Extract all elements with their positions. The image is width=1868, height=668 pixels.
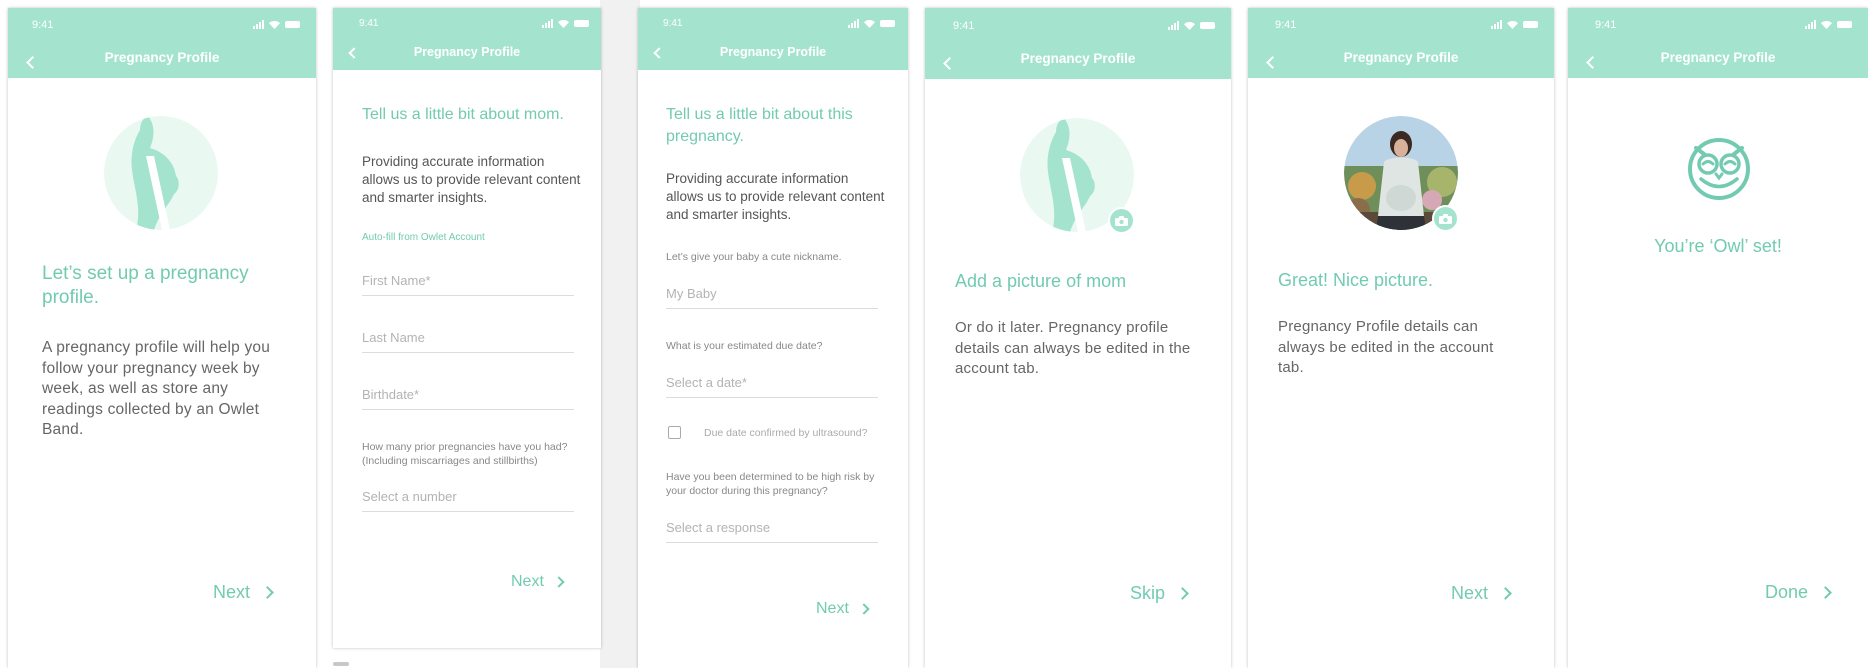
about-pregnancy-heading: Tell us a little bit about this pregnanc… — [666, 106, 853, 145]
status-icons — [542, 18, 589, 28]
camera-button[interactable] — [1108, 207, 1135, 234]
chevron-right-icon — [1499, 587, 1512, 600]
battery-icon — [285, 20, 300, 28]
wifi-icon — [864, 19, 875, 28]
next-button[interactable]: Next — [511, 573, 565, 591]
done-button[interactable]: Done — [1765, 582, 1832, 603]
nickname-input[interactable]: My Baby — [666, 286, 878, 309]
about-mom-heading: Tell us a little bit about mom. — [362, 106, 564, 123]
high-risk-select[interactable]: Select a response — [666, 520, 878, 543]
signal-icon — [1491, 19, 1502, 29]
next-button[interactable]: Next — [213, 582, 274, 603]
high-risk-label: Have you been determined to be high risk… — [666, 471, 875, 497]
header: 9:41 Pregnancy Profile — [925, 8, 1231, 79]
status-time: 9:41 — [359, 18, 379, 29]
about-pregnancy-body: Providing accurate information allows us… — [666, 171, 885, 222]
status-time: 9:41 — [953, 20, 975, 32]
ultrasound-label: Due date confirmed by ultrasound? — [704, 427, 868, 439]
due-date-select[interactable]: Select a date* — [666, 375, 878, 398]
status-icons — [1491, 19, 1538, 29]
due-date-label: What is your estimated due date? — [666, 340, 823, 352]
status-time: 9:41 — [1595, 19, 1617, 31]
signal-icon — [848, 18, 859, 28]
signal-icon — [253, 19, 264, 29]
status-icons — [1805, 19, 1852, 29]
status-icons — [848, 18, 895, 28]
nice-picture-heading: Great! Nice picture. — [1278, 270, 1434, 290]
chevron-right-icon — [1176, 587, 1189, 600]
done-label: Done — [1765, 582, 1809, 602]
screen-add-picture: 9:41 Pregnancy Profile Add a picture of … — [925, 8, 1231, 668]
owl-set-heading: You’re ‘Owl’ set! — [1654, 236, 1782, 256]
wifi-icon — [1821, 20, 1832, 29]
ultrasound-checkbox[interactable] — [668, 426, 681, 439]
screen-intro: 9:41 Pregnancy Profile Let’s set up a pr… — [8, 8, 316, 668]
header: 9:41 Pregnancy Profile — [8, 8, 316, 78]
status-icons — [1168, 20, 1215, 30]
wifi-icon — [269, 20, 280, 29]
next-button[interactable]: Next — [816, 600, 870, 618]
next-label: Next — [213, 582, 251, 602]
status-icons — [253, 19, 300, 29]
chevron-right-icon — [553, 576, 565, 588]
intro-heading: Let’s set up a pregnancy profile. — [42, 263, 249, 308]
chevron-right-icon — [261, 586, 274, 599]
owl-logo-icon — [1688, 138, 1750, 200]
battery-icon — [1523, 20, 1538, 28]
intro-body: A pregnancy profile will help you follow… — [42, 339, 271, 438]
header-title: Pregnancy Profile — [413, 45, 521, 59]
header: 9:41 Pregnancy Profile — [1248, 8, 1554, 78]
header: 9:41 Pregnancy Profile — [333, 8, 601, 70]
header-title: Pregnancy Profile — [1343, 50, 1459, 65]
add-picture-heading: Add a picture of mom — [955, 271, 1127, 291]
birthdate-field[interactable]: Birthdate* — [362, 387, 574, 410]
screen-owl-set: 9:41 Pregnancy Profile You’re ‘Owl’ set!… — [1568, 8, 1868, 668]
screen-about-pregnancy: 9:41 Pregnancy Profile Tell us a little … — [638, 8, 908, 668]
next-label: Next — [816, 600, 849, 617]
status-time: 9:41 — [663, 18, 683, 29]
background-panel — [600, 0, 640, 668]
screen-nice-picture: 9:41 Pregnancy Profile Great! Nice pictu… — [1248, 8, 1554, 668]
signal-icon — [1168, 20, 1179, 30]
chevron-right-icon — [858, 603, 870, 615]
horizontal-scrollbar[interactable] — [333, 662, 349, 666]
camera-icon — [1115, 215, 1128, 226]
signal-icon — [542, 18, 553, 28]
header-title: Pregnancy Profile — [719, 45, 827, 59]
status-time: 9:41 — [1275, 19, 1297, 31]
battery-icon — [1200, 21, 1215, 29]
header-title: Pregnancy Profile — [104, 50, 220, 65]
skip-button[interactable]: Skip — [1130, 583, 1189, 604]
wifi-icon — [558, 19, 569, 28]
battery-icon — [880, 19, 895, 27]
first-name-field[interactable]: First Name* — [362, 273, 574, 296]
header-title: Pregnancy Profile — [1660, 50, 1776, 65]
autofill-link[interactable]: Auto-fill from Owlet Account — [362, 232, 485, 243]
chevron-right-icon — [1819, 586, 1832, 599]
battery-icon — [574, 19, 589, 27]
screen-about-mom: 9:41 Pregnancy Profile Tell us a little … — [333, 8, 601, 648]
header: 9:41 Pregnancy Profile — [638, 8, 908, 70]
wifi-icon — [1184, 21, 1195, 30]
pregnant-silhouette-icon — [104, 116, 218, 230]
nice-picture-body: Pregnancy Profile details can always be … — [1278, 318, 1494, 376]
add-picture-body: Or do it later. Pregnancy profile detail… — [955, 319, 1191, 377]
nickname-label: Let’s give your baby a cute nickname. — [666, 251, 842, 263]
prior-pregnancies-select[interactable]: Select a number — [362, 489, 574, 512]
battery-icon — [1837, 20, 1852, 28]
status-time: 9:41 — [32, 19, 54, 31]
next-button[interactable]: Next — [1451, 583, 1512, 604]
next-label: Next — [511, 573, 544, 590]
last-name-field[interactable]: Last Name — [362, 330, 574, 353]
prior-pregnancies-label: How many prior pregnancies have you had?… — [362, 441, 568, 467]
about-mom-body: Providing accurate information allows us… — [362, 154, 581, 205]
wifi-icon — [1507, 20, 1518, 29]
next-label: Next — [1451, 583, 1489, 603]
header-title: Pregnancy Profile — [1020, 51, 1136, 66]
camera-icon — [1439, 213, 1452, 224]
signal-icon — [1805, 19, 1816, 29]
skip-label: Skip — [1130, 583, 1166, 603]
header: 9:41 Pregnancy Profile — [1568, 8, 1868, 78]
camera-button[interactable] — [1432, 205, 1459, 232]
